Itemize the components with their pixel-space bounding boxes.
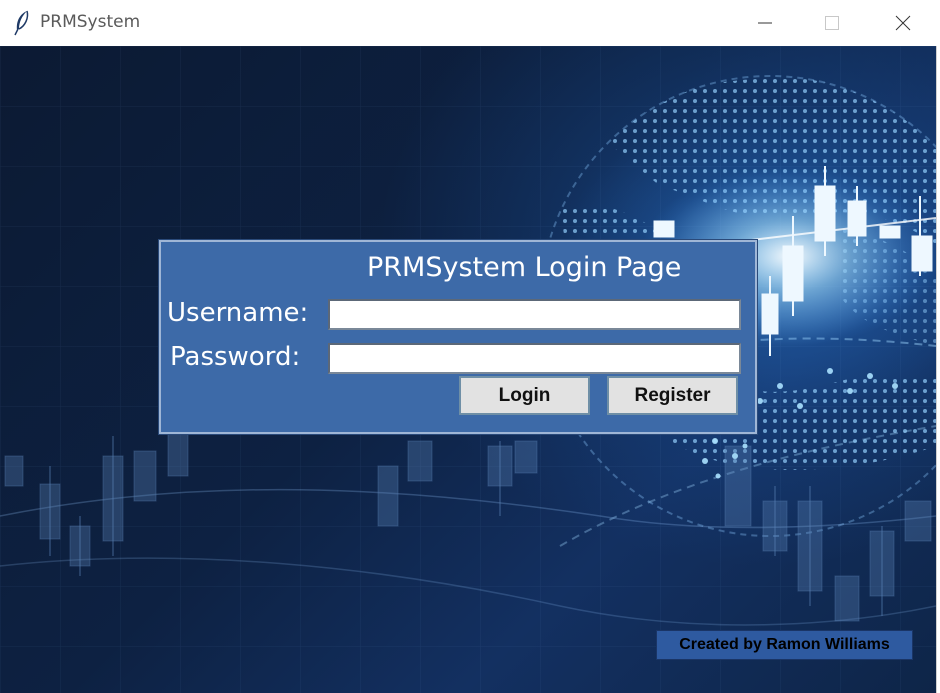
close-icon [895, 15, 911, 31]
login-panel: PRMSystem Login Page Username: Password:… [159, 240, 757, 434]
maximize-button[interactable] [797, 0, 867, 46]
window-title: PRMSystem [40, 12, 141, 32]
minimize-button[interactable] [730, 0, 800, 46]
login-title: PRMSystem Login Page [367, 252, 682, 283]
window-edge [936, 46, 940, 693]
close-button[interactable] [868, 0, 938, 46]
minimize-icon [758, 22, 772, 24]
register-button[interactable]: Register [607, 376, 738, 415]
password-label: Password: [170, 342, 301, 372]
maximize-icon [825, 16, 839, 30]
username-input[interactable] [328, 299, 741, 330]
window-titlebar: PRMSystem [0, 0, 940, 46]
username-label: Username: [167, 298, 309, 328]
credit-label: Created by Ramon Williams [656, 630, 913, 660]
feather-icon [14, 10, 29, 36]
password-input[interactable] [328, 343, 741, 374]
login-button[interactable]: Login [459, 376, 590, 415]
